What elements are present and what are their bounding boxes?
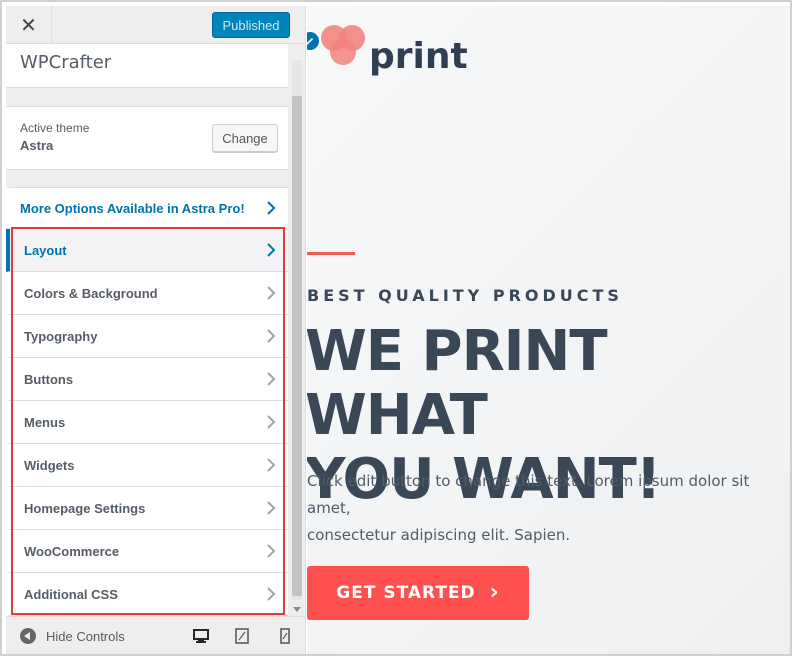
menu-item-widgets[interactable]: Widgets	[6, 444, 288, 487]
site-title: WPCrafter	[20, 52, 112, 73]
hero-body-line-2: consectetur adipiscing elit. Sapien.	[307, 526, 571, 544]
chevron-right-icon: ›	[489, 580, 500, 605]
menu-item-label: Widgets	[24, 458, 75, 473]
chevron-right-icon	[267, 201, 276, 215]
chevron-right-icon	[267, 415, 276, 429]
menu-item-typography[interactable]: Typography	[6, 315, 288, 358]
active-theme-label: Active theme	[20, 121, 90, 135]
hero-headline-line-1: WE PRINT WHAT	[307, 319, 608, 448]
active-theme-name: Astra	[20, 138, 54, 153]
chevron-right-icon	[267, 587, 276, 601]
tablet-icon[interactable]	[233, 627, 251, 645]
accent-divider	[307, 252, 355, 255]
menu-item-buttons[interactable]: Buttons	[6, 358, 288, 401]
customizer-menu: Layout Colors & Background Typography Bu…	[6, 229, 288, 616]
scroll-down-arrow-icon[interactable]	[293, 607, 301, 612]
menu-item-label: Typography	[24, 329, 98, 344]
desktop-icon[interactable]	[192, 627, 210, 645]
astra-pro-link-label: More Options Available in Astra Pro!	[20, 201, 245, 216]
site-title-box: WPCrafter	[6, 44, 288, 88]
collapse-arrow-icon	[20, 628, 36, 644]
hero-kicker: BEST QUALITY PRODUCTS	[307, 286, 623, 305]
hide-controls-button[interactable]: Hide Controls	[20, 628, 125, 644]
chevron-right-icon	[267, 372, 276, 386]
customizer-header: ✕ Published	[6, 6, 305, 44]
customizer-panel: ✕ Published WPCrafter Active theme Astra…	[6, 6, 306, 654]
customizer-footer: Hide Controls	[6, 616, 305, 654]
close-icon: ✕	[20, 14, 37, 37]
publish-button[interactable]: Published	[212, 12, 290, 38]
menu-item-additional-css[interactable]: Additional CSS	[6, 573, 288, 616]
logo-text: print	[369, 36, 468, 77]
site-preview: print BEST QUALITY PRODUCTS WE PRINT WHA…	[307, 6, 790, 654]
browser-frame: ✕ Published WPCrafter Active theme Astra…	[0, 0, 792, 656]
get-started-button[interactable]: GET STARTED ›	[307, 566, 529, 620]
menu-item-label: Additional CSS	[24, 587, 118, 602]
active-theme-section: Active theme Astra Change	[6, 106, 288, 170]
hero-body-text: Click edit button to change this text. L…	[307, 468, 787, 549]
chevron-right-icon	[267, 544, 276, 558]
menu-item-label: Buttons	[24, 372, 74, 387]
change-theme-button[interactable]: Change	[212, 124, 278, 152]
logo-circles-icon	[321, 25, 365, 65]
hero-body-line-1: Click edit button to change this text. L…	[307, 472, 750, 517]
panel-scrollbar[interactable]	[288, 44, 305, 616]
menu-item-label: Homepage Settings	[24, 501, 146, 516]
chevron-right-icon	[267, 243, 276, 257]
chevron-right-icon	[267, 329, 276, 343]
astra-pro-link[interactable]: More Options Available in Astra Pro!	[6, 187, 288, 229]
menu-item-label: Menus	[24, 415, 66, 430]
chevron-right-icon	[267, 286, 276, 300]
menu-item-menus[interactable]: Menus	[6, 401, 288, 444]
menu-item-woocommerce[interactable]: WooCommerce	[6, 530, 288, 573]
customizer-scroll-area: WPCrafter Active theme Astra Change More…	[6, 44, 305, 616]
menu-item-colors-background[interactable]: Colors & Background	[6, 272, 288, 315]
scrollbar-thumb[interactable]	[292, 96, 302, 596]
hide-controls-label: Hide Controls	[46, 628, 125, 644]
get-started-label: GET STARTED	[336, 583, 476, 603]
close-customizer-button[interactable]: ✕	[6, 6, 52, 44]
chevron-right-icon	[267, 458, 276, 472]
menu-item-label: Layout	[24, 243, 67, 258]
mobile-icon[interactable]	[276, 627, 294, 645]
menu-item-label: Colors & Background	[24, 286, 158, 301]
chevron-right-icon	[267, 501, 276, 515]
menu-item-label: WooCommerce	[24, 544, 120, 559]
menu-item-layout[interactable]: Layout	[6, 229, 288, 272]
menu-item-homepage-settings[interactable]: Homepage Settings	[6, 487, 288, 530]
site-logo[interactable]: print	[307, 22, 501, 77]
